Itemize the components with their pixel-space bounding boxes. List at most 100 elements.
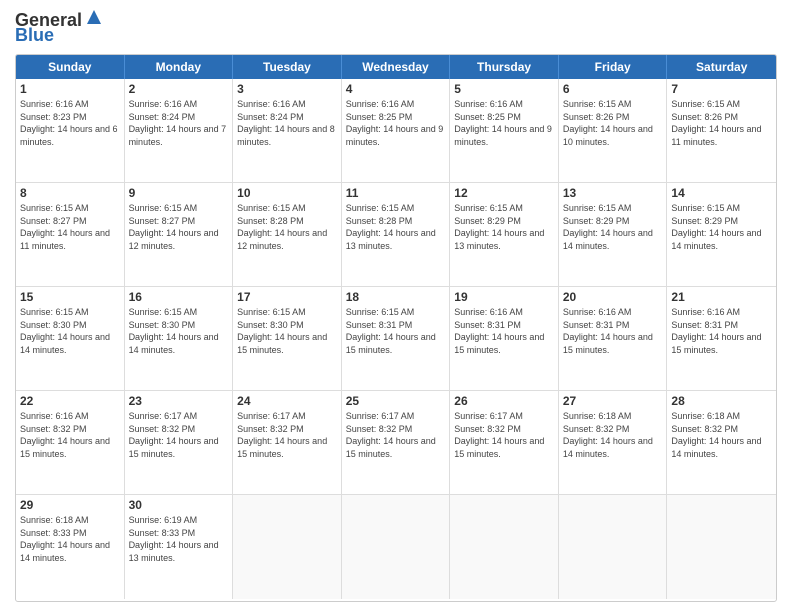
day-number: 16 xyxy=(129,290,229,304)
calendar-cell-empty xyxy=(233,495,342,599)
calendar-cell-12: 12 Sunrise: 6:15 AMSunset: 8:29 PMDayligh… xyxy=(450,183,559,286)
cell-info: Sunrise: 6:16 AMSunset: 8:24 PMDaylight:… xyxy=(129,98,229,148)
day-number: 3 xyxy=(237,82,337,96)
day-number: 24 xyxy=(237,394,337,408)
day-number: 12 xyxy=(454,186,554,200)
calendar-cell-23: 23 Sunrise: 6:17 AMSunset: 8:32 PMDayligh… xyxy=(125,391,234,494)
calendar-cell-15: 15 Sunrise: 6:15 AMSunset: 8:30 PMDayligh… xyxy=(16,287,125,390)
day-number: 10 xyxy=(237,186,337,200)
calendar-cell-17: 17Sunrise: 6:15 AMSunset: 8:30 PMDayligh… xyxy=(233,287,342,390)
calendar-cell-empty xyxy=(667,495,776,599)
header-tuesday: Tuesday xyxy=(233,55,342,79)
calendar-cell-8: 8 Sunrise: 6:15 AMSunset: 8:27 PMDaylight… xyxy=(16,183,125,286)
calendar-cell-empty xyxy=(559,495,668,599)
calendar-cell-empty xyxy=(450,495,559,599)
cell-info: Sunrise: 6:15 AMSunset: 8:30 PMDaylight:… xyxy=(237,306,337,356)
cell-info: Sunrise: 6:16 AMSunset: 8:31 PMDaylight:… xyxy=(454,306,554,356)
cell-info: Sunrise: 6:15 AMSunset: 8:29 PMDaylight:… xyxy=(563,202,663,252)
cell-info: Sunrise: 6:16 AMSunset: 8:31 PMDaylight:… xyxy=(563,306,663,356)
cell-info: Sunrise: 6:15 AMSunset: 8:29 PMDaylight:… xyxy=(671,202,772,252)
cell-info: Sunrise: 6:15 AMSunset: 8:27 PMDaylight:… xyxy=(20,202,120,252)
day-number: 2 xyxy=(129,82,229,96)
day-number: 30 xyxy=(129,498,229,512)
cell-info: Sunrise: 6:15 AMSunset: 8:31 PMDaylight:… xyxy=(346,306,446,356)
calendar-cell-19: 19 Sunrise: 6:16 AMSunset: 8:31 PMDayligh… xyxy=(450,287,559,390)
day-number: 5 xyxy=(454,82,554,96)
logo-blue: Blue xyxy=(15,25,54,46)
cell-info: Sunrise: 6:16 AMSunset: 8:25 PMDaylight:… xyxy=(346,98,446,148)
calendar-header: Sunday Monday Tuesday Wednesday Thursday… xyxy=(16,55,776,79)
calendar-cell-28: 28 Sunrise: 6:18 AMSunset: 8:32 PMDayligh… xyxy=(667,391,776,494)
page: General Blue Sunday Monday Tuesday Wedne… xyxy=(0,0,792,612)
day-number: 9 xyxy=(129,186,229,200)
day-number: 8 xyxy=(20,186,120,200)
calendar-cell-4: 4 Sunrise: 6:16 AMSunset: 8:25 PMDaylight… xyxy=(342,79,451,182)
cell-info: Sunrise: 6:16 AMSunset: 8:25 PMDaylight:… xyxy=(454,98,554,148)
day-number: 27 xyxy=(563,394,663,408)
cell-info: Sunrise: 6:15 AMSunset: 8:28 PMDaylight:… xyxy=(346,202,446,252)
calendar-body: 1 Sunrise: 6:16 AMSunset: 8:23 PMDaylight… xyxy=(16,79,776,599)
cell-info: Sunrise: 6:17 AMSunset: 8:32 PMDaylight:… xyxy=(129,410,229,460)
calendar-cell-16: 16 Sunrise: 6:15 AMSunset: 8:30 PMDayligh… xyxy=(125,287,234,390)
calendar-cell-20: 20 Sunrise: 6:16 AMSunset: 8:31 PMDayligh… xyxy=(559,287,668,390)
cell-info: Sunrise: 6:17 AMSunset: 8:32 PMDaylight:… xyxy=(346,410,446,460)
calendar-cell-9: 9Sunrise: 6:15 AMSunset: 8:27 PMDaylight… xyxy=(125,183,234,286)
calendar-cell-21: 21 Sunrise: 6:16 AMSunset: 8:31 PMDayligh… xyxy=(667,287,776,390)
day-number: 28 xyxy=(671,394,772,408)
cell-info: Sunrise: 6:18 AMSunset: 8:32 PMDaylight:… xyxy=(671,410,772,460)
calendar-cell-18: 18Sunrise: 6:15 AMSunset: 8:31 PMDayligh… xyxy=(342,287,451,390)
header-thursday: Thursday xyxy=(450,55,559,79)
cell-info: Sunrise: 6:16 AMSunset: 8:31 PMDaylight:… xyxy=(671,306,772,356)
calendar-cell-24: 24Sunrise: 6:17 AMSunset: 8:32 PMDayligh… xyxy=(233,391,342,494)
day-number: 21 xyxy=(671,290,772,304)
calendar-cell-27: 27 Sunrise: 6:18 AMSunset: 8:32 PMDayligh… xyxy=(559,391,668,494)
header-monday: Monday xyxy=(125,55,234,79)
day-number: 29 xyxy=(20,498,120,512)
calendar-cell-26: 26 Sunrise: 6:17 AMSunset: 8:32 PMDayligh… xyxy=(450,391,559,494)
calendar-cell-2: 2 Sunrise: 6:16 AMSunset: 8:24 PMDaylight… xyxy=(125,79,234,182)
calendar-row: 8 Sunrise: 6:15 AMSunset: 8:27 PMDaylight… xyxy=(16,183,776,287)
day-number: 14 xyxy=(671,186,772,200)
calendar-cell-11: 11 Sunrise: 6:15 AMSunset: 8:28 PMDayligh… xyxy=(342,183,451,286)
logo-icon xyxy=(83,6,105,28)
calendar-cell-5: 5 Sunrise: 6:16 AMSunset: 8:25 PMDaylight… xyxy=(450,79,559,182)
cell-info: Sunrise: 6:15 AMSunset: 8:26 PMDaylight:… xyxy=(563,98,663,148)
day-number: 7 xyxy=(671,82,772,96)
calendar: Sunday Monday Tuesday Wednesday Thursday… xyxy=(15,54,777,602)
logo: General Blue xyxy=(15,10,105,46)
calendar-cell-13: 13Sunrise: 6:15 AMSunset: 8:29 PMDayligh… xyxy=(559,183,668,286)
cell-info: Sunrise: 6:15 AMSunset: 8:30 PMDaylight:… xyxy=(129,306,229,356)
calendar-cell-29: 29 Sunrise: 6:18 AMSunset: 8:33 PMDayligh… xyxy=(16,495,125,599)
cell-info: Sunrise: 6:16 AMSunset: 8:32 PMDaylight:… xyxy=(20,410,120,460)
calendar-row: 29 Sunrise: 6:18 AMSunset: 8:33 PMDayligh… xyxy=(16,495,776,599)
cell-info: Sunrise: 6:19 AMSunset: 8:33 PMDaylight:… xyxy=(129,514,229,564)
calendar-cell-3: 3Sunrise: 6:16 AMSunset: 8:24 PMDaylight… xyxy=(233,79,342,182)
day-number: 20 xyxy=(563,290,663,304)
cell-info: Sunrise: 6:15 AMSunset: 8:28 PMDaylight:… xyxy=(237,202,337,252)
calendar-cell-1: 1 Sunrise: 6:16 AMSunset: 8:23 PMDaylight… xyxy=(16,79,125,182)
day-number: 1 xyxy=(20,82,120,96)
day-number: 22 xyxy=(20,394,120,408)
calendar-cell-empty xyxy=(342,495,451,599)
cell-info: Sunrise: 6:18 AMSunset: 8:32 PMDaylight:… xyxy=(563,410,663,460)
cell-info: Sunrise: 6:15 AMSunset: 8:26 PMDaylight:… xyxy=(671,98,772,148)
calendar-cell-7: 7 Sunrise: 6:15 AMSunset: 8:26 PMDaylight… xyxy=(667,79,776,182)
day-number: 25 xyxy=(346,394,446,408)
day-number: 26 xyxy=(454,394,554,408)
calendar-cell-22: 22 Sunrise: 6:16 AMSunset: 8:32 PMDayligh… xyxy=(16,391,125,494)
cell-info: Sunrise: 6:17 AMSunset: 8:32 PMDaylight:… xyxy=(454,410,554,460)
header-friday: Friday xyxy=(559,55,668,79)
header-sunday: Sunday xyxy=(16,55,125,79)
day-number: 23 xyxy=(129,394,229,408)
calendar-row: 15 Sunrise: 6:15 AMSunset: 8:30 PMDayligh… xyxy=(16,287,776,391)
header: General Blue xyxy=(15,10,777,46)
cell-info: Sunrise: 6:15 AMSunset: 8:29 PMDaylight:… xyxy=(454,202,554,252)
day-number: 15 xyxy=(20,290,120,304)
cell-info: Sunrise: 6:18 AMSunset: 8:33 PMDaylight:… xyxy=(20,514,120,564)
day-number: 4 xyxy=(346,82,446,96)
day-number: 19 xyxy=(454,290,554,304)
day-number: 6 xyxy=(563,82,663,96)
cell-info: Sunrise: 6:15 AMSunset: 8:30 PMDaylight:… xyxy=(20,306,120,356)
day-number: 11 xyxy=(346,186,446,200)
cell-info: Sunrise: 6:16 AMSunset: 8:23 PMDaylight:… xyxy=(20,98,120,148)
